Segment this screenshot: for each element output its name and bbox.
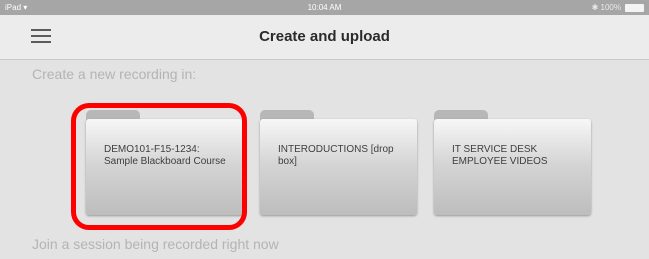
status-battery: ✱ 100%	[592, 3, 621, 12]
join-section-label: Join a session being recorded right now	[32, 236, 279, 252]
folder-it-service-desk[interactable]: IT SERVICE DESK EMPLOYEE VIDEOS	[434, 110, 591, 215]
battery-percent: 100%	[600, 3, 621, 12]
page-title: Create and upload	[259, 28, 390, 45]
folder-label: INTERODUCTIONS [drop box]	[278, 144, 394, 167]
folder-demo101[interactable]: DEMO101-F15-1234: Sample Blackboard Cour…	[86, 110, 243, 215]
folder-interoductions[interactable]: INTERODUCTIONS [drop box]	[260, 110, 417, 215]
folder-label: DEMO101-F15-1234: Sample Blackboard Cour…	[104, 144, 226, 167]
battery-icon	[625, 4, 644, 12]
status-time: 10:04 AM	[307, 3, 342, 12]
bluetooth-icon: ✱	[591, 3, 599, 12]
nav-bar: Create and upload	[0, 15, 649, 60]
create-section-label: Create a new recording in:	[32, 66, 197, 82]
status-bar: iPad ▾ 10:04 AM ✱ 100%	[0, 0, 649, 15]
folder-label: IT SERVICE DESK EMPLOYEE VIDEOS	[452, 144, 548, 167]
